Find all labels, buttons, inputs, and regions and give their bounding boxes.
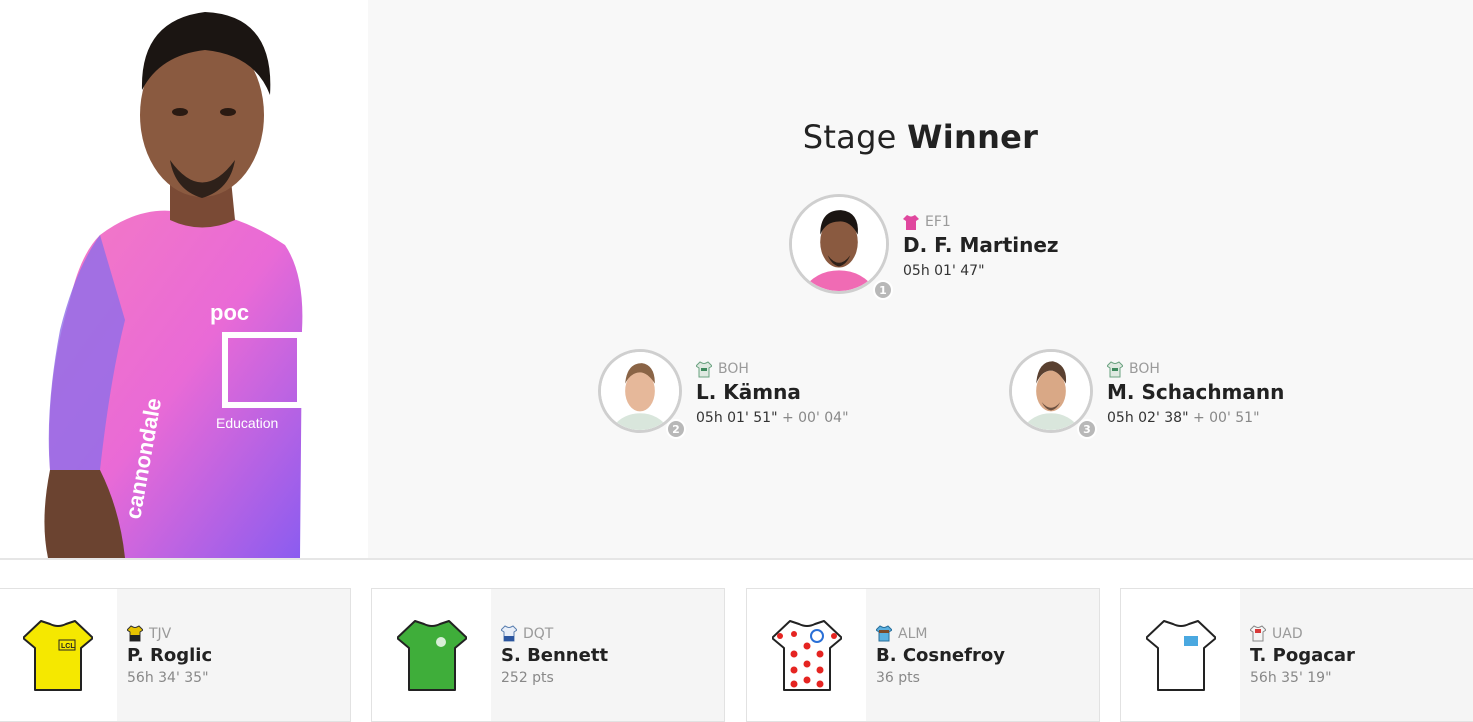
hero-rider-photo-area: poc Education cannondale: [0, 0, 368, 558]
podium-info: BOH M. Schachmann 05h 02' 38" + 00' 51": [1107, 360, 1284, 426]
team-line: UAD: [1250, 625, 1355, 642]
jersey-box: [747, 589, 866, 721]
rider-name[interactable]: P. Roglic: [127, 645, 212, 666]
yellow-jersey-card[interactable]: LCL TJV P. Roglic 56h 34' 35": [0, 588, 351, 722]
team-line: EF1: [903, 214, 1059, 231]
team-line: BOH: [1107, 360, 1284, 378]
rider-time: 05h 02' 38" + 00' 51": [1107, 410, 1284, 426]
polka-dot-jersey-icon: [771, 620, 842, 691]
yellow-jersey-icon: LCL: [22, 620, 93, 691]
avatar: 2: [598, 349, 686, 439]
team-line: DQT: [501, 625, 608, 642]
svg-text:LCL: LCL: [61, 643, 75, 650]
classification-value: 56h 35' 19": [1250, 670, 1332, 686]
rider-portrait: [789, 194, 889, 294]
team-jersey-icon: [501, 625, 517, 642]
section-divider: [0, 558, 1473, 560]
classification-value: 36 pts: [876, 670, 920, 686]
white-jersey-icon: [1145, 620, 1216, 691]
rider-name[interactable]: T. Pogacar: [1250, 645, 1355, 666]
team-line: TJV: [127, 625, 212, 642]
card-info: TJV P. Roglic 56h 34' 35": [117, 589, 212, 721]
team-jersey-icon: [903, 214, 919, 230]
white-jersey-card[interactable]: UAD T. Pogacar 56h 35' 19": [1120, 588, 1473, 722]
card-info: UAD T. Pogacar 56h 35' 19": [1240, 589, 1355, 721]
avatar: 1: [789, 194, 893, 300]
rank-badge: 1: [873, 280, 893, 300]
svg-text:Education: Education: [216, 415, 278, 431]
podium-second[interactable]: 2 BOH L. Kämna 05h 01' 51" + 00' 04": [598, 349, 849, 439]
rider-name[interactable]: M. Schachmann: [1107, 380, 1284, 404]
rider-name[interactable]: S. Bennett: [501, 645, 608, 666]
podium-info: BOH L. Kämna 05h 01' 51" + 00' 04": [696, 360, 849, 426]
team-code: BOH: [718, 361, 749, 377]
jersey-box: [1121, 589, 1240, 721]
rank-badge: 2: [666, 419, 686, 439]
card-info: ALM B. Cosnefroy 36 pts: [866, 589, 1005, 721]
team-code: ALM: [898, 625, 928, 642]
podium-first[interactable]: 1 EF1 D. F. Martinez 05h 01' 47": [789, 194, 1059, 300]
stage-winner-panel: Stage Winner 1 EF1 D. F. Martinez 05h 01…: [368, 0, 1473, 558]
green-jersey-card[interactable]: DQT S. Bennett 252 pts: [371, 588, 725, 722]
rider-name[interactable]: D. F. Martinez: [903, 233, 1059, 257]
rider-time: 05h 01' 51" + 00' 04": [696, 410, 849, 426]
rider-name[interactable]: L. Kämna: [696, 380, 849, 404]
stage-winner-title: Stage Winner: [368, 118, 1473, 156]
classification-value: 56h 34' 35": [127, 670, 209, 686]
rider-name[interactable]: B. Cosnefroy: [876, 645, 1005, 666]
classification-value: 252 pts: [501, 670, 554, 686]
team-jersey-icon: [876, 625, 892, 642]
time-gap: + 00' 04": [781, 409, 849, 426]
title-bold: Winner: [907, 118, 1039, 156]
green-jersey-icon: [396, 620, 467, 691]
team-jersey-icon: [127, 625, 143, 642]
podium-info: EF1 D. F. Martinez 05h 01' 47": [903, 214, 1059, 279]
time-value: 05h 02' 38": [1107, 409, 1189, 426]
polka-dot-jersey-card[interactable]: ALM B. Cosnefroy 36 pts: [746, 588, 1100, 722]
jersey-box: [372, 589, 491, 721]
team-code: DQT: [523, 625, 554, 642]
team-jersey-icon: [1250, 625, 1266, 642]
podium-third[interactable]: 3 BOH M. Schachmann 05h 02' 38" + 00' 51…: [1009, 349, 1284, 439]
jersey-box: LCL: [0, 589, 117, 721]
title-prefix: Stage: [802, 118, 897, 156]
team-jersey-icon: [1107, 360, 1123, 377]
avatar: 3: [1009, 349, 1097, 439]
rank-badge: 3: [1077, 419, 1097, 439]
team-line: ALM: [876, 625, 1005, 642]
team-code: UAD: [1272, 625, 1303, 642]
team-jersey-icon: [696, 360, 712, 377]
svg-text:poc: poc: [210, 300, 249, 325]
time-value: 05h 01' 47": [903, 262, 985, 279]
stage-winner-photo: poc Education cannondale: [44, 12, 303, 558]
team-code: TJV: [149, 625, 172, 642]
time-value: 05h 01' 51": [696, 409, 778, 426]
team-code: BOH: [1129, 361, 1160, 377]
rider-time: 05h 01' 47": [903, 263, 1059, 279]
team-line: BOH: [696, 360, 849, 378]
card-info: DQT S. Bennett 252 pts: [491, 589, 608, 721]
team-code: EF1: [925, 214, 951, 230]
time-gap: + 00' 51": [1192, 409, 1260, 426]
